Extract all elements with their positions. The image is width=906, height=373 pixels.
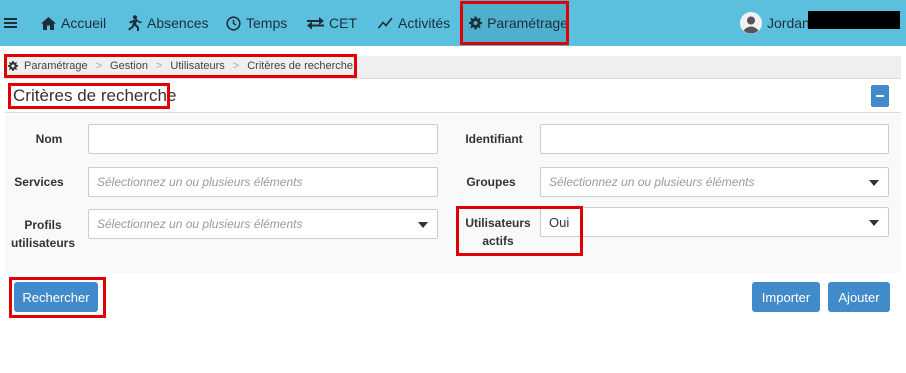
nav-label-accueil: Accueil bbox=[61, 15, 107, 31]
home-icon bbox=[41, 16, 56, 30]
user-name: Jordan bbox=[767, 15, 810, 31]
clock-icon bbox=[226, 15, 241, 31]
chevron-down-icon bbox=[869, 180, 879, 186]
services-multiselect[interactable]: Sélectionnez un ou plusieurs éléments bbox=[88, 167, 438, 197]
importer-button[interactable]: Importer bbox=[752, 282, 820, 312]
nav-label-temps: Temps bbox=[246, 15, 288, 31]
ajouter-button[interactable]: Ajouter bbox=[828, 282, 890, 312]
nav-label-parametrage: Paramétrage bbox=[487, 15, 568, 31]
nom-label: Nom bbox=[35, 132, 63, 146]
user-avatar-icon bbox=[740, 12, 762, 34]
profils-placeholder: Sélectionnez un ou plusieurs éléments bbox=[97, 217, 303, 231]
profils-label: Profils utilisateurs bbox=[10, 216, 76, 252]
profils-label-line1: Profils bbox=[24, 218, 62, 232]
actifs-label-line2: actifs bbox=[482, 234, 514, 248]
nav-label-activites: Activités bbox=[398, 15, 451, 31]
nom-input[interactable] bbox=[88, 124, 438, 154]
gear-icon bbox=[469, 16, 483, 30]
nav-item-activites[interactable]: Activités bbox=[378, 0, 450, 46]
breadcrumb-item-utilisateurs[interactable]: Utilisateurs bbox=[170, 60, 224, 72]
profils-multiselect[interactable]: Sélectionnez un ou plusieurs éléments bbox=[88, 209, 438, 239]
actifs-label-line1: Utilisateurs bbox=[465, 216, 531, 230]
nav-label-cet: CET bbox=[329, 15, 357, 31]
nav-label-absences: Absences bbox=[147, 15, 209, 31]
breadcrumb-item-current: Critères de recherche bbox=[247, 60, 354, 72]
services-label: Services bbox=[14, 175, 64, 189]
collapse-panel-button[interactable] bbox=[871, 85, 889, 107]
identifiant-label: Identifiant bbox=[465, 132, 523, 146]
chevron-down-icon bbox=[418, 222, 428, 228]
services-placeholder: Sélectionnez un ou plusieurs éléments bbox=[97, 175, 303, 189]
utilisateurs-actifs-select[interactable]: Oui bbox=[540, 207, 889, 237]
page-title: Critères de recherche bbox=[13, 86, 177, 105]
gear-icon bbox=[8, 61, 18, 71]
utilisateurs-actifs-label: Utilisateurs actifs bbox=[459, 214, 537, 250]
breadcrumb-item-gestion[interactable]: Gestion bbox=[110, 60, 148, 72]
minus-icon bbox=[876, 95, 884, 97]
nav-item-absences[interactable]: Absences bbox=[125, 0, 208, 46]
profils-label-line2: utilisateurs bbox=[10, 236, 76, 250]
groupes-label: Groupes bbox=[466, 175, 516, 189]
breadcrumb-item-parametrage[interactable]: Paramétrage bbox=[24, 60, 88, 72]
nav-item-parametrage[interactable]: Paramétrage bbox=[461, 0, 568, 46]
line-chart-icon bbox=[378, 17, 393, 29]
identifiant-input[interactable] bbox=[540, 124, 889, 154]
rechercher-button[interactable]: Rechercher bbox=[14, 282, 98, 312]
chevron-down-icon bbox=[869, 220, 879, 226]
running-icon bbox=[128, 15, 142, 31]
groupes-placeholder: Sélectionnez un ou plusieurs éléments bbox=[549, 175, 755, 189]
nav-item-temps[interactable]: Temps bbox=[226, 0, 287, 46]
hamburger-menu-icon[interactable] bbox=[4, 0, 17, 46]
nav-item-cet[interactable]: CET bbox=[307, 0, 357, 46]
user-menu[interactable]: Jordan bbox=[740, 0, 810, 46]
redacted-user-surname bbox=[808, 11, 900, 29]
transfer-arrows-icon bbox=[307, 16, 324, 29]
nav-item-accueil[interactable]: Accueil bbox=[41, 0, 106, 46]
actifs-selected-value: Oui bbox=[549, 214, 570, 230]
breadcrumb: Paramétrage > Gestion > Utilisateurs > C… bbox=[8, 60, 353, 72]
groupes-multiselect[interactable]: Sélectionnez un ou plusieurs éléments bbox=[540, 167, 889, 197]
